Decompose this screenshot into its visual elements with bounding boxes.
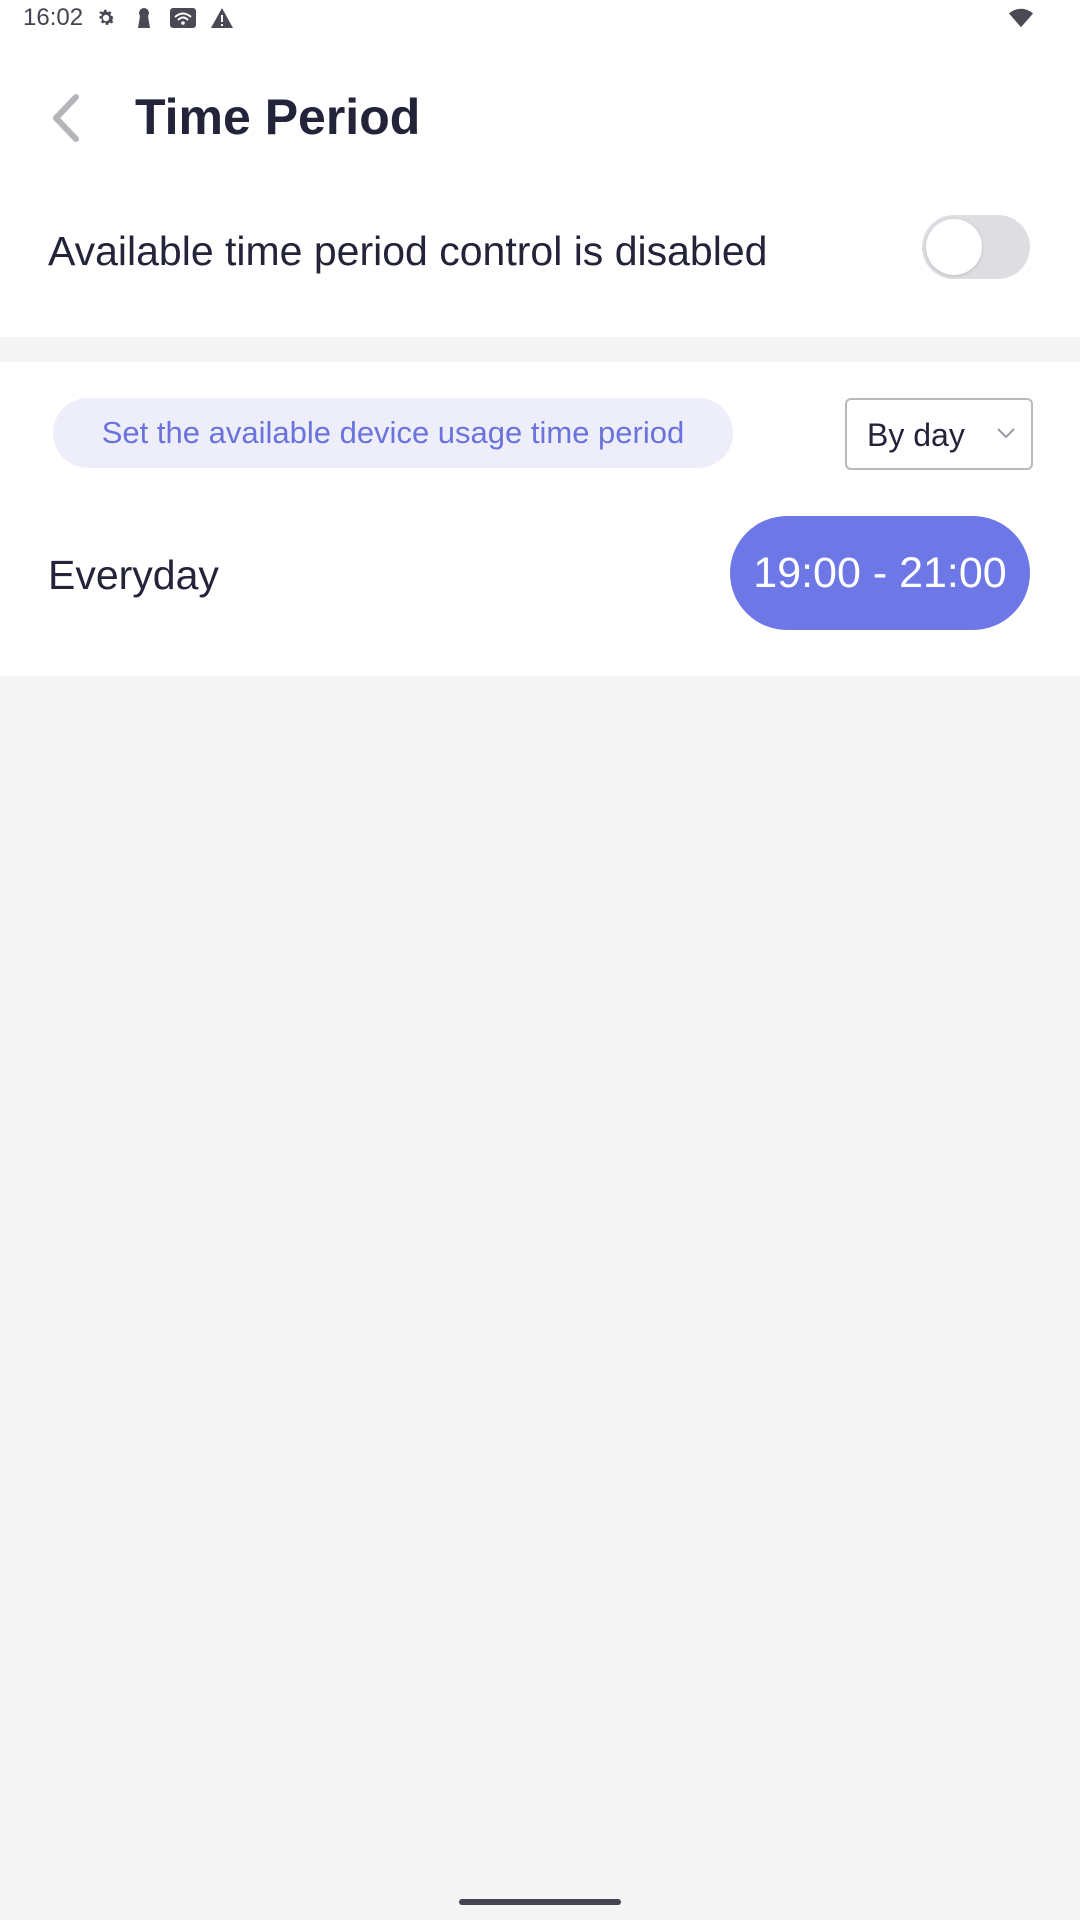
- status-time: 16:02: [23, 4, 84, 31]
- page-title: Time Period: [135, 89, 421, 145]
- time-control-row: Available time period control is disable…: [0, 200, 1080, 300]
- chevron-down-icon: [997, 428, 1015, 439]
- schedule-mode-select[interactable]: By day: [845, 398, 1033, 470]
- schedule-row: Everyday 19:00 - 21:00: [0, 516, 1080, 632]
- schedule-mode-value: By day: [867, 417, 965, 453]
- time-range-button[interactable]: 19:00 - 21:00: [730, 516, 1030, 630]
- time-control-toggle[interactable]: [922, 215, 1030, 279]
- gear-icon: [93, 6, 119, 30]
- home-indicator[interactable]: [459, 1899, 621, 1905]
- back-button[interactable]: [40, 88, 90, 148]
- wifi-box-icon: [170, 6, 196, 30]
- warning-icon: [209, 6, 235, 30]
- app-header: Time Period: [0, 70, 1080, 166]
- toggle-knob: [926, 219, 982, 275]
- chevron-left-icon: [53, 94, 79, 142]
- keyhole-icon: [131, 6, 157, 30]
- wifi-signal-icon: [1008, 6, 1034, 30]
- time-control-label: Available time period control is disable…: [48, 228, 768, 274]
- usage-hint: Set the available device usage time peri…: [53, 398, 733, 468]
- status-bar: 16:02: [0, 0, 1080, 36]
- schedule-day-label: Everyday: [48, 552, 219, 598]
- schedule-card: Set the available device usage time peri…: [0, 362, 1080, 676]
